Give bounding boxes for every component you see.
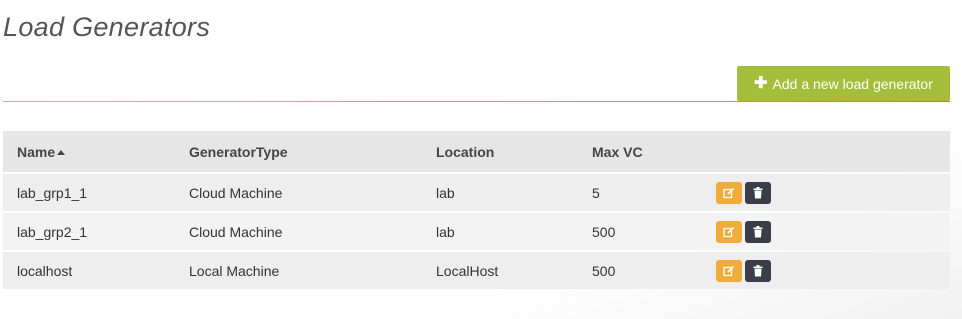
cell-name: lab_grp2_1 [17,223,88,240]
cell-location: LocalHost [436,262,499,279]
cell-location: lab [436,184,455,201]
column-header-generator-type[interactable]: GeneratorType [175,144,422,160]
cell-generator-type: Local Machine [189,262,280,279]
edit-icon [723,226,735,237]
edit-icon [723,187,735,198]
edit-button[interactable] [716,259,742,282]
cell-max-vc: 5 [592,184,600,201]
load-generators-page: Load Generators ✚ Add a new load generat… [0,0,962,319]
row-actions [716,259,950,282]
column-header-name-label: Name [17,143,56,160]
cell-max-vc: 500 [592,262,616,279]
cell-generator-type: Cloud Machine [189,223,283,240]
load-generators-table: Name GeneratorType Location Max VC lab_g… [3,131,950,289]
edit-button[interactable] [716,181,742,204]
cell-name: lab_grp1_1 [17,184,88,201]
cell-generator-type: Cloud Machine [189,184,283,201]
add-load-generator-label: Add a new load generator [772,75,933,92]
cell-name: localhost [17,262,73,279]
table-header-row: Name GeneratorType Location Max VC [3,131,950,172]
header-divider [3,101,950,102]
page-title: Load Generators [3,12,211,42]
column-header-name[interactable]: Name [3,144,175,160]
cell-max-vc: 500 [592,223,616,240]
row-actions [716,181,950,204]
table-row: lab_grp2_1 Cloud Machine lab 500 [3,213,950,250]
trash-icon [753,225,763,237]
edit-icon [723,265,735,276]
delete-button[interactable] [745,181,771,204]
cell-location: lab [436,223,455,240]
add-load-generator-button[interactable]: ✚ Add a new load generator [737,66,950,101]
trash-icon [753,186,763,198]
plus-icon: ✚ [754,74,768,92]
row-actions [716,220,950,243]
delete-button[interactable] [745,259,771,282]
table-row: lab_grp1_1 Cloud Machine lab 5 [3,174,950,211]
table-row: localhost Local Machine LocalHost 500 [3,252,950,289]
delete-button[interactable] [745,220,771,243]
sort-ascending-icon [57,149,66,155]
column-header-max-vc[interactable]: Max VC [578,144,716,160]
column-header-location[interactable]: Location [422,144,578,160]
edit-button[interactable] [716,220,742,243]
trash-icon [753,264,763,276]
